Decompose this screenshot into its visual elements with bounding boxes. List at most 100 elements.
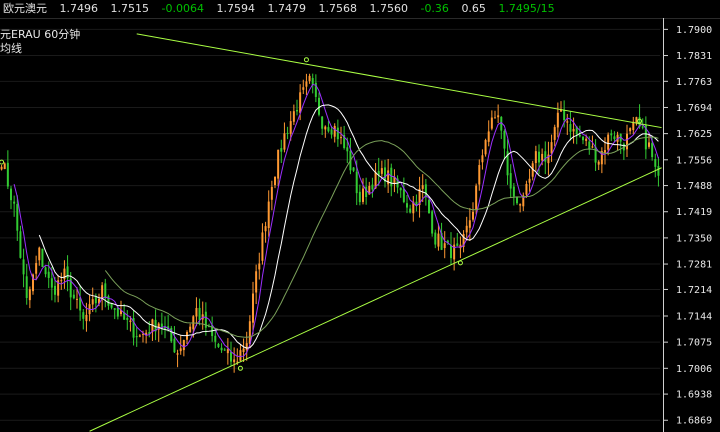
candle-body bbox=[421, 185, 424, 189]
candle-body bbox=[607, 134, 610, 150]
candle-body bbox=[233, 359, 236, 363]
candle-body bbox=[336, 127, 339, 140]
candle-body bbox=[289, 121, 292, 134]
candle-body bbox=[274, 176, 276, 186]
candle-body bbox=[214, 335, 217, 342]
chart-title: 元ERAU 60分钟 bbox=[0, 27, 80, 41]
candle-body bbox=[195, 307, 198, 317]
candle-body bbox=[553, 127, 556, 140]
candle-body bbox=[626, 133, 628, 150]
grid-layer bbox=[0, 28, 660, 421]
candle-body bbox=[487, 131, 490, 142]
candle-body bbox=[267, 201, 270, 229]
candle-body bbox=[484, 140, 487, 155]
candle-body bbox=[556, 112, 559, 128]
candle-body bbox=[72, 294, 75, 299]
price-axis-label: 1.7900 bbox=[676, 25, 712, 36]
candle-body bbox=[270, 186, 273, 200]
price-axis: 1.7900 1.7831 1.7763 1.7694 1.7625 1.7556 1.74… bbox=[664, 25, 712, 427]
candle-body bbox=[302, 87, 305, 90]
candle-body bbox=[318, 97, 320, 115]
candle-body bbox=[13, 201, 16, 204]
candle-body bbox=[91, 299, 94, 305]
candle-body bbox=[277, 149, 280, 179]
candle-body bbox=[242, 348, 245, 353]
candle-body bbox=[252, 293, 254, 323]
candle-body bbox=[358, 191, 361, 203]
candle-body bbox=[129, 320, 132, 323]
candle-body bbox=[286, 132, 289, 135]
candle-body bbox=[494, 117, 496, 119]
candle-body bbox=[657, 166, 660, 176]
candle-body bbox=[380, 168, 383, 174]
candles-layer bbox=[0, 73, 660, 373]
pivot-marker bbox=[303, 57, 309, 63]
candle-body bbox=[582, 136, 584, 141]
candle-body bbox=[3, 163, 6, 170]
candle-body bbox=[431, 211, 434, 234]
candle-body bbox=[503, 130, 506, 149]
price-axis-label: 1.7419 bbox=[676, 207, 712, 218]
candle-body bbox=[409, 208, 412, 213]
candle-body bbox=[544, 151, 547, 162]
price-axis-label: 1.7006 bbox=[676, 364, 712, 375]
candle-body bbox=[324, 126, 327, 130]
price-axis-label: 1.7144 bbox=[676, 311, 712, 322]
price-axis-label: 1.7831 bbox=[676, 51, 712, 62]
candle-body bbox=[519, 204, 522, 206]
candle-body bbox=[101, 285, 104, 299]
candle-body bbox=[346, 147, 349, 152]
candle-body bbox=[182, 340, 185, 351]
candle-body bbox=[50, 278, 53, 288]
candle-body bbox=[116, 307, 119, 317]
candle-body bbox=[340, 137, 342, 139]
candle-body bbox=[588, 141, 591, 150]
price-axis-label: 1.7214 bbox=[676, 285, 712, 296]
candle-body bbox=[16, 204, 19, 231]
price-chart[interactable]: 1.7900 1.7831 1.7763 1.7694 1.7625 1.7556 1.74… bbox=[0, 0, 720, 432]
candle-body bbox=[604, 150, 606, 153]
candle-body bbox=[541, 153, 544, 161]
candle-body bbox=[371, 184, 374, 190]
candle-body bbox=[352, 167, 355, 171]
candle-body bbox=[437, 233, 440, 247]
candle-body bbox=[585, 138, 588, 141]
candle-body bbox=[261, 232, 264, 261]
candle-body bbox=[126, 317, 129, 320]
candle-body bbox=[613, 136, 616, 140]
candle-body bbox=[478, 165, 481, 185]
candle-body bbox=[230, 351, 232, 362]
candle-body bbox=[654, 159, 657, 167]
price-axis-label: 1.6869 bbox=[676, 416, 712, 427]
candle-body bbox=[60, 280, 63, 282]
candle-body bbox=[41, 248, 44, 267]
price-axis-label: 1.7556 bbox=[676, 155, 712, 166]
candle-body bbox=[292, 111, 295, 122]
candle-body bbox=[472, 211, 474, 220]
resistance-trendline bbox=[136, 33, 662, 129]
candle-body bbox=[468, 220, 471, 228]
candle-body bbox=[135, 336, 138, 338]
candle-body bbox=[525, 183, 528, 195]
price-axis-label: 1.7625 bbox=[676, 129, 712, 140]
candle-body bbox=[44, 267, 47, 275]
candle-body bbox=[550, 142, 553, 154]
candle-body bbox=[475, 185, 478, 210]
candle-body bbox=[402, 188, 405, 203]
candle-body bbox=[481, 155, 484, 163]
candle-body bbox=[198, 307, 201, 321]
candle-body bbox=[280, 148, 283, 152]
candle-body bbox=[362, 188, 364, 202]
candle-body bbox=[47, 271, 50, 278]
candle-body bbox=[629, 128, 632, 132]
candle-body bbox=[38, 247, 41, 261]
pivots-layer bbox=[0, 57, 643, 371]
candle-body bbox=[569, 124, 572, 132]
candle-body bbox=[490, 117, 493, 129]
candle-body bbox=[563, 110, 566, 121]
candle-body bbox=[176, 353, 179, 355]
candle-body bbox=[76, 298, 78, 300]
candle-body bbox=[428, 199, 430, 214]
candle-body bbox=[296, 110, 298, 112]
candle-body bbox=[239, 350, 242, 361]
